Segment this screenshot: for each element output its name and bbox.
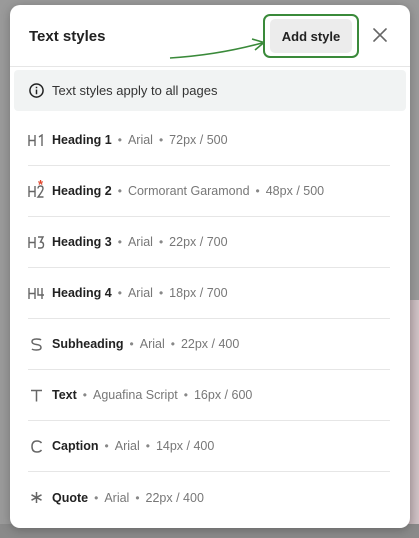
separator-dot: • [117, 133, 122, 147]
style-row-caption[interactable]: Caption • Arial • 14px / 400 [28, 421, 390, 472]
style-size: 72px / 500 [169, 133, 228, 147]
separator-dot: • [135, 490, 140, 505]
info-text: Text styles apply to all pages [52, 83, 218, 98]
separator-dot: • [129, 337, 134, 351]
close-icon [373, 27, 387, 42]
separator-dot: • [117, 235, 122, 249]
style-size: 14px / 400 [155, 439, 215, 453]
style-row-subheading[interactable]: Subheading • Arial • 22px / 400 [28, 319, 390, 370]
style-row-text[interactable]: Text • Aguafina Script • 16px / 600 [28, 370, 390, 421]
dialog-header: Text styles Add style [10, 5, 410, 67]
info-icon [29, 83, 44, 98]
caption-icon [28, 438, 45, 455]
separator-dot: • [145, 439, 150, 453]
style-name: Heading 2 [52, 184, 112, 198]
style-font: Cormorant Garamond [127, 184, 250, 198]
style-name: Heading 1 [52, 133, 112, 147]
style-size: 18px / 700 [169, 286, 228, 300]
add-style-button[interactable]: Add style [270, 19, 352, 53]
style-name: Text [52, 388, 77, 402]
separator-dot: • [170, 337, 175, 351]
style-font: Arial [139, 337, 165, 351]
separator-dot: • [117, 286, 122, 300]
style-size: 22px / 400 [180, 337, 240, 351]
style-font: Arial [104, 490, 130, 505]
style-name: Heading 4 [52, 286, 112, 300]
style-row-quote[interactable]: Quote • Arial • 22px / 400 [28, 472, 390, 523]
separator-dot: • [255, 184, 260, 198]
separator-dot: • [158, 286, 164, 300]
separator-dot: • [158, 133, 164, 147]
style-size: 22px / 400 [145, 490, 204, 505]
style-row-heading-3[interactable]: Heading 3 • Arial • 22px / 700 [28, 217, 390, 268]
h3-icon [28, 234, 45, 251]
style-size: 22px / 700 [169, 235, 228, 249]
h1-icon [28, 132, 45, 149]
style-size: 48px / 500 [265, 184, 325, 198]
text-icon [28, 387, 45, 404]
separator-dot: • [104, 439, 109, 453]
separator-dot: • [117, 184, 122, 198]
h4-icon [28, 285, 45, 302]
modified-marker-icon: * [38, 176, 44, 192]
text-styles-dialog: Text styles Add style Text styles apply … [10, 5, 410, 528]
style-row-heading-1[interactable]: Heading 1 • Arial • 72px / 500 [28, 115, 390, 166]
quote-icon [28, 489, 45, 506]
close-button[interactable] [370, 25, 390, 47]
annotation-arrow-icon [169, 38, 265, 59]
style-font: Arial [127, 133, 153, 147]
style-font: Arial [127, 286, 153, 300]
style-name: Heading 3 [52, 235, 112, 249]
style-font: Arial [127, 235, 153, 249]
h2-icon: * [28, 177, 45, 200]
style-row-heading-2[interactable]: * Heading 2 • Cormorant Garamond • 48px … [28, 166, 390, 217]
style-font: Arial [114, 439, 140, 453]
subheading-icon [28, 336, 45, 353]
style-name: Caption [52, 439, 99, 453]
info-banner: Text styles apply to all pages [14, 70, 406, 111]
separator-dot: • [158, 235, 164, 249]
style-size: 16px / 600 [193, 388, 253, 402]
text-styles-list: Heading 1 • Arial • 72px / 500 * Heading… [10, 115, 410, 523]
separator-dot: • [183, 388, 188, 402]
style-name: Quote [52, 490, 89, 505]
dialog-title: Text styles [29, 28, 106, 45]
style-font: Aguafina Script [92, 388, 178, 402]
separator-dot: • [94, 490, 99, 505]
style-name: Subheading [52, 337, 124, 351]
separator-dot: • [82, 388, 87, 402]
style-row-heading-4[interactable]: Heading 4 • Arial • 18px / 700 [28, 268, 390, 319]
